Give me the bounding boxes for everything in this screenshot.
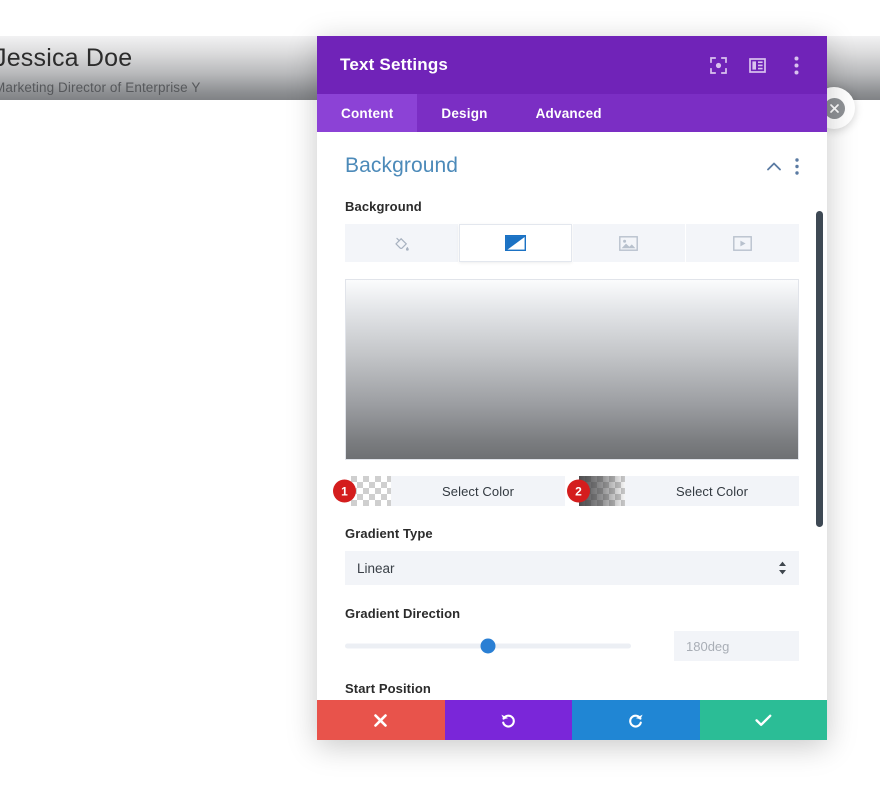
gradient-preview (345, 279, 799, 460)
gradient-color-stops: 1 Select Color 2 Select Color (333, 476, 799, 506)
page-hero-name: Jessica Doe (0, 44, 133, 72)
text-settings-modal: Text Settings Content Design Advanced Ba… (317, 36, 827, 740)
modal-title: Text Settings (340, 55, 449, 74)
modal-header-actions (708, 55, 806, 75)
gradient-type-select[interactable]: Linear (345, 551, 799, 585)
gradient-type-select-wrap: Linear (345, 551, 799, 585)
section-header-actions (767, 157, 799, 175)
more-vertical-icon[interactable] (786, 55, 806, 75)
start-position-block: Start Position 0% (345, 681, 799, 700)
tab-design[interactable]: Design (417, 94, 511, 132)
modal-footer (317, 700, 827, 740)
section-title: Background (345, 154, 459, 177)
stop-2-select-color-button[interactable]: Select Color (625, 476, 799, 506)
modal-tabs: Content Design Advanced (317, 94, 827, 132)
select-updown-arrows-icon (778, 561, 787, 575)
start-position-label: Start Position (345, 681, 431, 696)
section-more-vertical-icon[interactable] (795, 157, 799, 175)
background-color-icon[interactable] (345, 224, 458, 262)
undo-button[interactable] (444, 700, 572, 740)
panel-scrollbar[interactable] (816, 211, 823, 527)
gradient-type-label: Gradient Type (345, 526, 433, 541)
tab-advanced[interactable]: Advanced (512, 94, 626, 132)
modal-body: Background Background 1 Select Color 2 S… (317, 132, 827, 700)
chevron-up-icon[interactable] (767, 162, 781, 171)
stop-1-select-color-button[interactable]: Select Color (391, 476, 565, 506)
background-section-header: Background (345, 154, 799, 178)
gradient-direction-block: Gradient Direction 180deg (345, 606, 799, 661)
redo-button[interactable] (572, 700, 700, 740)
gradient-direction-row: 180deg (345, 631, 799, 661)
tab-content[interactable]: Content (317, 94, 418, 132)
background-label: Background (345, 199, 422, 214)
background-gradient-icon[interactable] (458, 224, 572, 262)
page-hero-role: Marketing Director of Enterprise Y (0, 80, 201, 95)
gradient-direction-value[interactable]: 180deg (674, 631, 799, 661)
gradient-direction-slider[interactable] (345, 635, 631, 657)
stop-1-badge: 1 (333, 479, 356, 503)
gradient-direction-label: Gradient Direction (345, 606, 461, 621)
cancel-button[interactable] (317, 700, 445, 740)
fullscreen-icon[interactable] (708, 55, 728, 75)
background-image-icon[interactable] (572, 224, 686, 262)
stop-2-badge: 2 (567, 479, 590, 503)
settings-form: Background Background 1 Select Color 2 S… (317, 132, 827, 700)
screen-root: Jessica Doe Marketing Director of Enterp… (0, 0, 880, 785)
background-type-switcher (345, 224, 799, 262)
layout-panel-icon[interactable] (747, 55, 767, 75)
color-stop-2: 2 Select Color (567, 476, 799, 506)
modal-header: Text Settings (317, 36, 827, 94)
background-video-icon[interactable] (686, 224, 799, 262)
save-button[interactable] (699, 700, 827, 740)
color-stop-1: 1 Select Color (333, 476, 565, 506)
slider-thumb[interactable] (480, 638, 496, 654)
